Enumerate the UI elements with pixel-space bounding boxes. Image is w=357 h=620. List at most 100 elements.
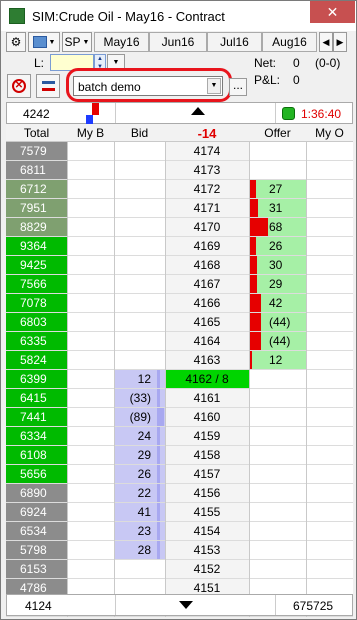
my-bid-cell[interactable] — [67, 408, 114, 427]
price-cell[interactable]: 4155 — [165, 503, 249, 521]
price-cell[interactable]: 4172 — [165, 180, 249, 198]
tab-aug16[interactable]: Aug16 — [262, 32, 317, 52]
config-button[interactable]: ⚙ — [6, 32, 26, 52]
my-bid-cell[interactable] — [67, 218, 114, 237]
my-bid-cell[interactable] — [67, 389, 114, 408]
price-cell[interactable]: 4170 — [165, 218, 249, 236]
cancel-all-button[interactable]: ✕ — [7, 74, 31, 98]
offer-cell[interactable] — [249, 484, 306, 502]
symbol-dropdown[interactable]: SP ▼ — [62, 32, 92, 52]
tab-jun16[interactable]: Jun16 — [149, 32, 207, 52]
bid-cell[interactable] — [114, 332, 165, 350]
price-cell[interactable]: 4161 — [165, 389, 249, 407]
bid-cell[interactable] — [114, 351, 165, 369]
offer-cell[interactable] — [249, 465, 306, 483]
my-offer-cell[interactable] — [306, 142, 353, 161]
price-cell[interactable]: 4169 — [165, 237, 249, 255]
offer-cell[interactable] — [249, 503, 306, 521]
column-header-bid[interactable]: Bid — [114, 124, 165, 142]
offer-cell[interactable]: 42 — [249, 294, 306, 312]
offer-cell[interactable] — [249, 389, 306, 407]
my-offer-cell[interactable] — [306, 370, 353, 389]
strategy-more-button[interactable]: ... — [229, 78, 247, 96]
my-offer-cell[interactable] — [306, 503, 353, 522]
my-offer-cell[interactable] — [306, 541, 353, 560]
my-offer-cell[interactable] — [306, 522, 353, 541]
my-offer-cell[interactable] — [306, 427, 353, 446]
offer-cell[interactable]: 29 — [249, 275, 306, 293]
my-bid-cell[interactable] — [67, 370, 114, 389]
my-bid-cell[interactable] — [67, 541, 114, 560]
bid-cell[interactable] — [114, 560, 165, 578]
my-bid-cell[interactable] — [67, 275, 114, 294]
price-cell[interactable]: 4167 — [165, 275, 249, 293]
my-bid-cell[interactable] — [67, 142, 114, 161]
last-trade-price-cell[interactable]: 4162 / 8 — [165, 370, 249, 388]
my-offer-cell[interactable] — [306, 389, 353, 408]
price-cell[interactable]: 4165 — [165, 313, 249, 331]
bid-cell[interactable] — [114, 180, 165, 198]
chart-button[interactable]: ▼ — [28, 32, 60, 52]
bid-cell[interactable] — [114, 294, 165, 312]
price-cell[interactable]: 4157 — [165, 465, 249, 483]
offer-cell[interactable] — [249, 427, 306, 445]
tab-jul16[interactable]: Jul16 — [207, 32, 262, 52]
scroll-down-button[interactable] — [115, 595, 276, 615]
scroll-up-button[interactable] — [115, 103, 276, 123]
close-button[interactable]: ✕ — [310, 1, 355, 23]
bid-cell[interactable] — [114, 256, 165, 274]
offer-cell[interactable] — [249, 370, 306, 388]
offer-cell[interactable]: 12 — [249, 351, 306, 369]
my-offer-cell[interactable] — [306, 294, 353, 313]
price-cell[interactable]: 4166 — [165, 294, 249, 312]
title-bar[interactable]: SIM:Crude Oil - May16 - Contract ✕ — [1, 1, 356, 31]
bid-cell[interactable]: 12 — [114, 370, 165, 388]
price-cell[interactable]: 4168 — [165, 256, 249, 274]
my-offer-cell[interactable] — [306, 484, 353, 503]
my-bid-cell[interactable] — [67, 161, 114, 180]
offer-cell[interactable]: 27 — [249, 180, 306, 198]
bid-cell[interactable] — [114, 313, 165, 331]
my-bid-cell[interactable] — [67, 484, 114, 503]
my-bid-cell[interactable] — [67, 351, 114, 370]
bid-cell[interactable]: 26 — [114, 465, 165, 483]
price-cell[interactable]: 4156 — [165, 484, 249, 502]
offer-cell[interactable] — [249, 408, 306, 426]
price-cell[interactable]: 4171 — [165, 199, 249, 217]
my-bid-cell[interactable] — [67, 256, 114, 275]
bid-cell[interactable]: 22 — [114, 484, 165, 502]
bid-cell[interactable] — [114, 275, 165, 293]
my-offer-cell[interactable] — [306, 313, 353, 332]
my-offer-cell[interactable] — [306, 161, 353, 180]
my-offer-cell[interactable] — [306, 408, 353, 427]
my-offer-cell[interactable] — [306, 237, 353, 256]
price-cell[interactable]: 4158 — [165, 446, 249, 464]
price-cell[interactable]: 4159 — [165, 427, 249, 445]
bid-cell[interactable]: 41 — [114, 503, 165, 521]
my-bid-cell[interactable] — [67, 560, 114, 579]
my-bid-cell[interactable] — [67, 294, 114, 313]
my-offer-cell[interactable] — [306, 199, 353, 218]
column-header-total[interactable]: Total — [6, 124, 67, 142]
bid-cell[interactable]: 24 — [114, 427, 165, 445]
offer-cell[interactable]: 30 — [249, 256, 306, 274]
my-offer-cell[interactable] — [306, 465, 353, 484]
my-offer-cell[interactable] — [306, 446, 353, 465]
price-cell[interactable]: 4174 — [165, 142, 249, 160]
my-offer-cell[interactable] — [306, 332, 353, 351]
offer-cell[interactable]: (44) — [249, 313, 306, 331]
tab-scroll-right[interactable]: ▶ — [333, 32, 347, 52]
bid-cell[interactable]: 29 — [114, 446, 165, 464]
my-bid-cell[interactable] — [67, 503, 114, 522]
column-header-my-offer[interactable]: My O — [306, 124, 353, 142]
bid-cell[interactable]: 28 — [114, 541, 165, 559]
my-offer-cell[interactable] — [306, 256, 353, 275]
bid-cell[interactable] — [114, 142, 165, 160]
my-bid-cell[interactable] — [67, 180, 114, 199]
column-header-net-change[interactable]: -14 — [165, 124, 249, 142]
column-header-offer[interactable]: Offer — [249, 124, 306, 142]
my-bid-cell[interactable] — [67, 465, 114, 484]
offer-cell[interactable] — [249, 522, 306, 540]
bid-cell[interactable]: (33) — [114, 389, 165, 407]
bid-cell[interactable] — [114, 199, 165, 217]
